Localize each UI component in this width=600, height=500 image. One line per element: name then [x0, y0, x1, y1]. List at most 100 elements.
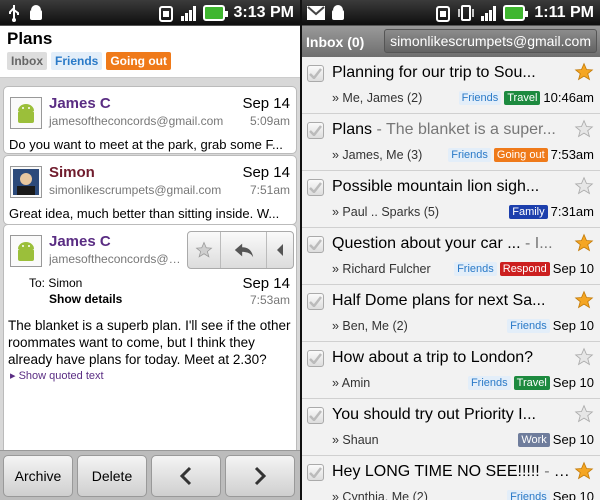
star-outline-icon[interactable] [574, 404, 594, 424]
star-outline-icon[interactable] [574, 347, 594, 367]
thread-subject: Plans - The blanket is a super... [332, 121, 572, 139]
thread-row[interactable]: Planning for our trip to Sou... » Me, Jam… [302, 57, 600, 114]
thread-meta: Friends Respond Sep 10 [454, 261, 594, 276]
thread-row[interactable]: How about a trip to London? » Amin Friends… [302, 342, 600, 399]
thread-label: Work [518, 432, 550, 447]
thread-subject: Possible mountain lion sigh... [332, 178, 572, 196]
star-button[interactable] [188, 232, 222, 268]
thread-label: Travel [513, 375, 550, 390]
thread-row[interactable]: Plans - The blanket is a super... » James… [302, 114, 600, 171]
message-body: The blanket is a superb plan. I'll see i… [8, 318, 291, 367]
show-details-link[interactable]: Show details [49, 292, 122, 306]
thread-time: Sep 10 [552, 375, 594, 390]
sender-name: Simon [49, 164, 95, 181]
archive-button[interactable]: Archive [3, 454, 73, 497]
thread-row[interactable]: Possible mountain lion sigh... » Paul .. … [302, 171, 600, 228]
reply-button[interactable] [221, 232, 268, 268]
next-button[interactable] [225, 454, 295, 497]
thread-time: 7:53am [550, 147, 594, 162]
message-item[interactable]: James C jamesoftheconcords@gmail.com Sep… [3, 86, 297, 154]
thread-list: Planning for our trip to Sou... » Me, Jam… [302, 57, 600, 500]
label-going-out[interactable]: Going out [106, 52, 171, 70]
thread-subject-text: You should try out Priority I... [332, 406, 536, 423]
thread-subject: You should try out Priority I... [332, 406, 572, 424]
signal-icon [480, 4, 498, 22]
thread-subject-text: Question about your car ... [332, 235, 521, 252]
android-icon [27, 4, 45, 22]
message-list: James C jamesoftheconcords@gmail.com Sep… [0, 78, 300, 454]
inbox-header: Inbox (0) simonlikescrumpets@gmail.com [302, 26, 600, 57]
thread-subject-text: Planning for our trip to Sou... [332, 64, 536, 81]
account-switcher-button[interactable]: simonlikescrumpets@gmail.com [384, 29, 597, 53]
thread-participants: » Cynthia, Me (2) [332, 490, 428, 500]
check-icon [309, 410, 322, 421]
select-checkbox[interactable] [307, 236, 324, 253]
wifi-icon [157, 4, 175, 22]
thread-time: Sep 10 [552, 432, 594, 447]
select-checkbox[interactable] [307, 350, 324, 367]
avatar [10, 235, 42, 267]
star-outline-icon[interactable] [574, 176, 594, 196]
inbox-title: Inbox (0) [306, 33, 365, 50]
thread-label: Friends [454, 261, 497, 276]
thread-label: Family [509, 204, 548, 219]
chevron-left-icon [179, 466, 192, 485]
chevron-right-icon [254, 466, 267, 485]
wifi-icon [434, 4, 452, 22]
message-date: Sep 14 [242, 164, 290, 181]
chevron-left-icon [277, 244, 284, 256]
select-checkbox[interactable] [307, 293, 324, 310]
thread-row[interactable]: Half Dome plans for next Sa... » Ben, Me … [302, 285, 600, 342]
thread-label: Friends [507, 318, 550, 333]
android-avatar-icon [18, 104, 34, 123]
sender-name: James C [49, 95, 111, 112]
photo-avatar-icon [13, 169, 39, 195]
thread-participants: » Me, James (2) [332, 91, 423, 105]
android-avatar-icon [18, 242, 34, 261]
thread-label: Friends [507, 489, 550, 500]
previous-button[interactable] [151, 454, 221, 497]
star-filled-icon[interactable] [574, 290, 594, 310]
thread-participants: » Shaun [332, 433, 379, 447]
star-filled-icon[interactable] [574, 233, 594, 253]
check-icon [309, 68, 322, 79]
show-quoted-text-link[interactable]: ▸ Show quoted text [10, 369, 104, 382]
thread-subject-text: Plans [332, 121, 373, 138]
thread-row[interactable]: Hey LONG TIME NO SEE!!!!! - T... » Cynthi… [302, 456, 600, 500]
signal-icon [180, 4, 198, 22]
label-inbox[interactable]: Inbox [7, 52, 47, 70]
select-checkbox[interactable] [307, 407, 324, 424]
star-filled-icon[interactable] [574, 62, 594, 82]
open-message: James C jamesoftheconcords@g... To: Simo… [3, 224, 297, 454]
select-checkbox[interactable] [307, 122, 324, 139]
status-bar: 3:13 PM [0, 0, 300, 26]
star-filled-icon[interactable] [574, 461, 594, 481]
recipient-line: To: Simon [29, 276, 83, 290]
bottom-action-bar: Archive Delete [0, 450, 300, 500]
avatar [10, 97, 42, 129]
thread-snippet: - The blanket is a super... [372, 121, 556, 138]
select-checkbox[interactable] [307, 179, 324, 196]
sender-name: James C [49, 233, 111, 250]
thread-row[interactable]: Question about your car ... - I... » Rich… [302, 228, 600, 285]
thread-meta: Family 7:31am [509, 204, 594, 219]
select-checkbox[interactable] [307, 464, 324, 481]
message-actions [187, 231, 294, 269]
thread-participants: » Amin [332, 376, 371, 390]
delete-button[interactable]: Delete [77, 454, 147, 497]
status-bar: 1:11 PM [302, 0, 600, 26]
page-title: Plans [7, 29, 53, 48]
thread-row[interactable]: You should try out Priority I... » Shaun W… [302, 399, 600, 456]
message-item[interactable]: Simon simonlikescrumpets@gmail.com Sep 1… [3, 155, 297, 225]
vibrate-icon [457, 4, 475, 22]
thread-time: 7:31am [550, 204, 594, 219]
sender-email: jamesoftheconcords@g... [49, 252, 184, 266]
android-icon [329, 4, 347, 22]
more-actions-button[interactable] [267, 232, 293, 268]
thread-time: Sep 10 [552, 489, 594, 500]
select-checkbox[interactable] [307, 65, 324, 82]
message-date: Sep 14 [242, 275, 290, 292]
thread-label: Going out [493, 147, 548, 162]
label-friends[interactable]: Friends [51, 52, 103, 70]
star-outline-icon[interactable] [574, 119, 594, 139]
